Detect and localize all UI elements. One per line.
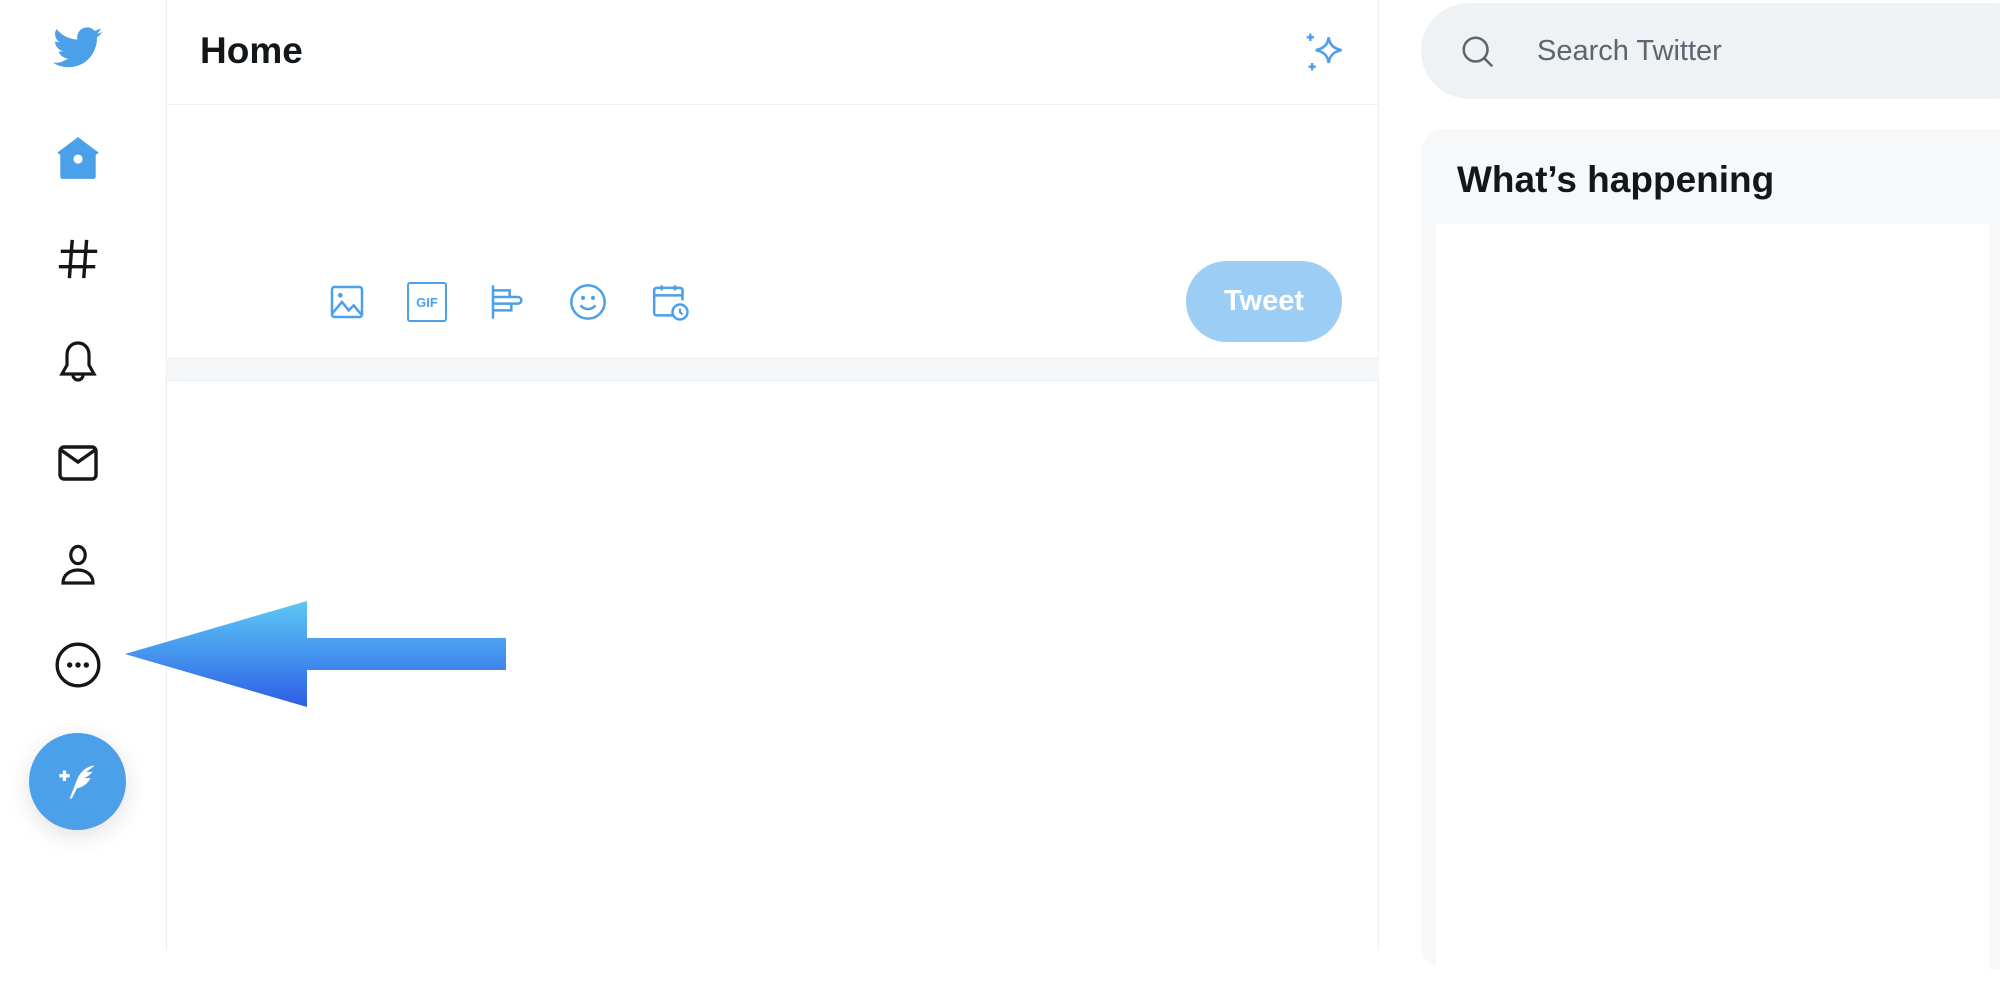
tweet-composer[interactable]: GIF Tweet bbox=[167, 106, 1379, 358]
search-icon bbox=[1462, 36, 1494, 68]
page-title: Home bbox=[200, 30, 303, 71]
divider-band bbox=[167, 358, 1379, 381]
home-icon bbox=[57, 137, 99, 179]
sidebar-item-profile[interactable] bbox=[53, 539, 103, 589]
emoji-icon[interactable] bbox=[568, 282, 608, 322]
tweet-button[interactable]: Tweet bbox=[1186, 261, 1342, 342]
search-input[interactable]: Search Twitter bbox=[1421, 3, 2000, 99]
sidebar-item-home[interactable] bbox=[53, 133, 103, 183]
more-icon bbox=[55, 642, 101, 688]
sidebar-item-more[interactable] bbox=[53, 640, 103, 690]
bell-icon bbox=[59, 341, 97, 382]
sparkle-icon[interactable] bbox=[1303, 30, 1347, 74]
trends-list bbox=[1436, 224, 1989, 984]
sidebar-item-notifications[interactable] bbox=[53, 337, 103, 387]
search-placeholder: Search Twitter bbox=[1537, 35, 1722, 67]
gif-icon[interactable]: GIF bbox=[407, 282, 447, 322]
hashtag-icon bbox=[58, 239, 98, 279]
twitter-logo[interactable] bbox=[53, 23, 103, 73]
compose-tweet-button[interactable] bbox=[29, 733, 126, 830]
sidebar-item-messages[interactable] bbox=[53, 438, 103, 488]
annotation-arrow-icon bbox=[125, 601, 506, 707]
image-icon[interactable] bbox=[327, 282, 367, 322]
mail-icon bbox=[58, 445, 98, 481]
sidebar-item-explore[interactable] bbox=[53, 234, 103, 284]
feather-plus-icon bbox=[58, 764, 95, 799]
twitter-bird-icon bbox=[53, 27, 103, 68]
profile-icon bbox=[61, 544, 95, 585]
main-column: Home GIF Tweet bbox=[167, 0, 1379, 950]
header: Home bbox=[167, 0, 1379, 105]
poll-icon[interactable] bbox=[488, 282, 528, 322]
schedule-icon[interactable] bbox=[650, 282, 690, 322]
panel-title: What’s happening bbox=[1457, 159, 1775, 200]
sidebar bbox=[0, 0, 167, 950]
whats-happening-panel: What’s happening bbox=[1421, 129, 2000, 984]
